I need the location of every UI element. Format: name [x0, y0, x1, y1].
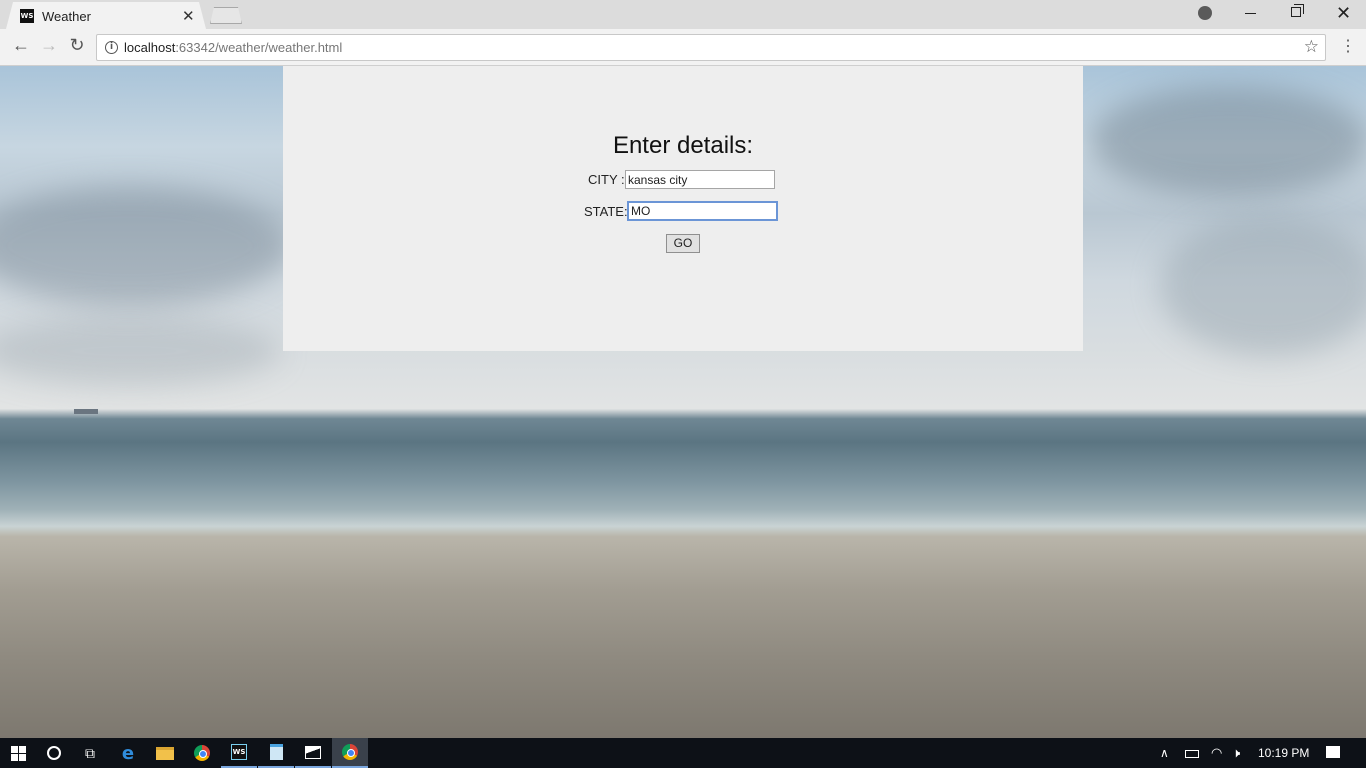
- profile-icon[interactable]: [1198, 6, 1212, 20]
- wifi-icon[interactable]: ◠: [1211, 738, 1222, 768]
- bookmark-star-icon[interactable]: ☆: [1304, 37, 1319, 57]
- tab-close-icon[interactable]: ✕: [182, 7, 195, 25]
- cortana-icon: [47, 746, 61, 760]
- webstorm-icon: WS: [231, 744, 247, 760]
- city-input[interactable]: [625, 170, 775, 189]
- form-title: Enter details:: [612, 132, 754, 159]
- state-input[interactable]: [627, 201, 778, 221]
- background-cloud: [1160, 216, 1366, 356]
- browser-tab[interactable]: WS Weather ✕: [6, 2, 206, 29]
- chrome-icon: [194, 745, 210, 761]
- windows-taskbar: ⧉ e WS ∧ ◠ 🕨 10:19 PM: [0, 738, 1366, 768]
- browser-titlebar: WS Weather ✕ ✕: [0, 0, 1366, 29]
- background-cloud: [1090, 86, 1366, 196]
- battery-icon[interactable]: [1185, 750, 1199, 758]
- volume-icon[interactable]: 🕨: [1232, 738, 1240, 768]
- background-cloud: [0, 186, 290, 306]
- address-bar[interactable]: i localhost:63342/weather/weather.html ☆: [96, 34, 1326, 61]
- action-center-icon[interactable]: [1326, 746, 1340, 758]
- folder-icon: [156, 746, 174, 760]
- url-path: :63342/weather/weather.html: [175, 40, 343, 55]
- new-tab-button[interactable]: [210, 7, 242, 24]
- url-text[interactable]: localhost:63342/weather/weather.html: [124, 40, 342, 55]
- background-ship: [74, 409, 98, 414]
- details-panel: Enter details: CITY : STATE: GO: [283, 66, 1083, 351]
- browser-menu-icon[interactable]: ⋮: [1340, 36, 1356, 56]
- taskbar-chrome-pinned[interactable]: [184, 738, 220, 768]
- reload-icon[interactable]: ↻: [66, 35, 88, 56]
- start-button[interactable]: [0, 738, 36, 768]
- taskbar-clock[interactable]: 10:19 PM: [1258, 738, 1309, 768]
- cortana-search-button[interactable]: [36, 738, 72, 768]
- minimize-icon[interactable]: [1245, 13, 1256, 14]
- go-button[interactable]: GO: [666, 234, 700, 253]
- restore-icon[interactable]: [1291, 4, 1304, 17]
- page-viewport: Enter details: CITY : STATE: GO: [0, 66, 1366, 738]
- taskbar-webstorm[interactable]: WS: [221, 738, 257, 768]
- task-view-icon: ⧉: [85, 744, 95, 761]
- taskbar-edge[interactable]: e: [110, 738, 146, 768]
- city-label: CITY :: [588, 172, 625, 187]
- back-arrow-icon[interactable]: ←: [10, 35, 32, 56]
- forward-arrow-icon[interactable]: →: [38, 35, 60, 56]
- chrome-icon: [342, 744, 358, 760]
- browser-toolbar: ← → ↻ i localhost:63342/weather/weather.…: [0, 29, 1366, 66]
- windows-logo-icon: [10, 745, 26, 761]
- info-icon[interactable]: i: [105, 41, 118, 54]
- task-view-button[interactable]: ⧉: [72, 738, 108, 768]
- url-host: localhost: [124, 40, 176, 55]
- taskbar-photos[interactable]: [295, 738, 331, 768]
- photos-icon: [305, 745, 321, 759]
- notepad-icon: [269, 744, 283, 760]
- webstorm-favicon-icon: WS: [20, 9, 34, 23]
- taskbar-chrome-active[interactable]: [332, 738, 368, 768]
- state-label: STATE:: [584, 204, 628, 219]
- edge-icon: e: [121, 742, 135, 764]
- taskbar-notepad[interactable]: [258, 738, 294, 768]
- taskbar-file-explorer[interactable]: [147, 738, 183, 768]
- background-cloud: [0, 316, 280, 386]
- tab-title: Weather: [42, 9, 91, 24]
- window-close-icon[interactable]: ✕: [1336, 3, 1351, 24]
- show-hidden-icons-chevron-icon[interactable]: ∧: [1160, 738, 1169, 768]
